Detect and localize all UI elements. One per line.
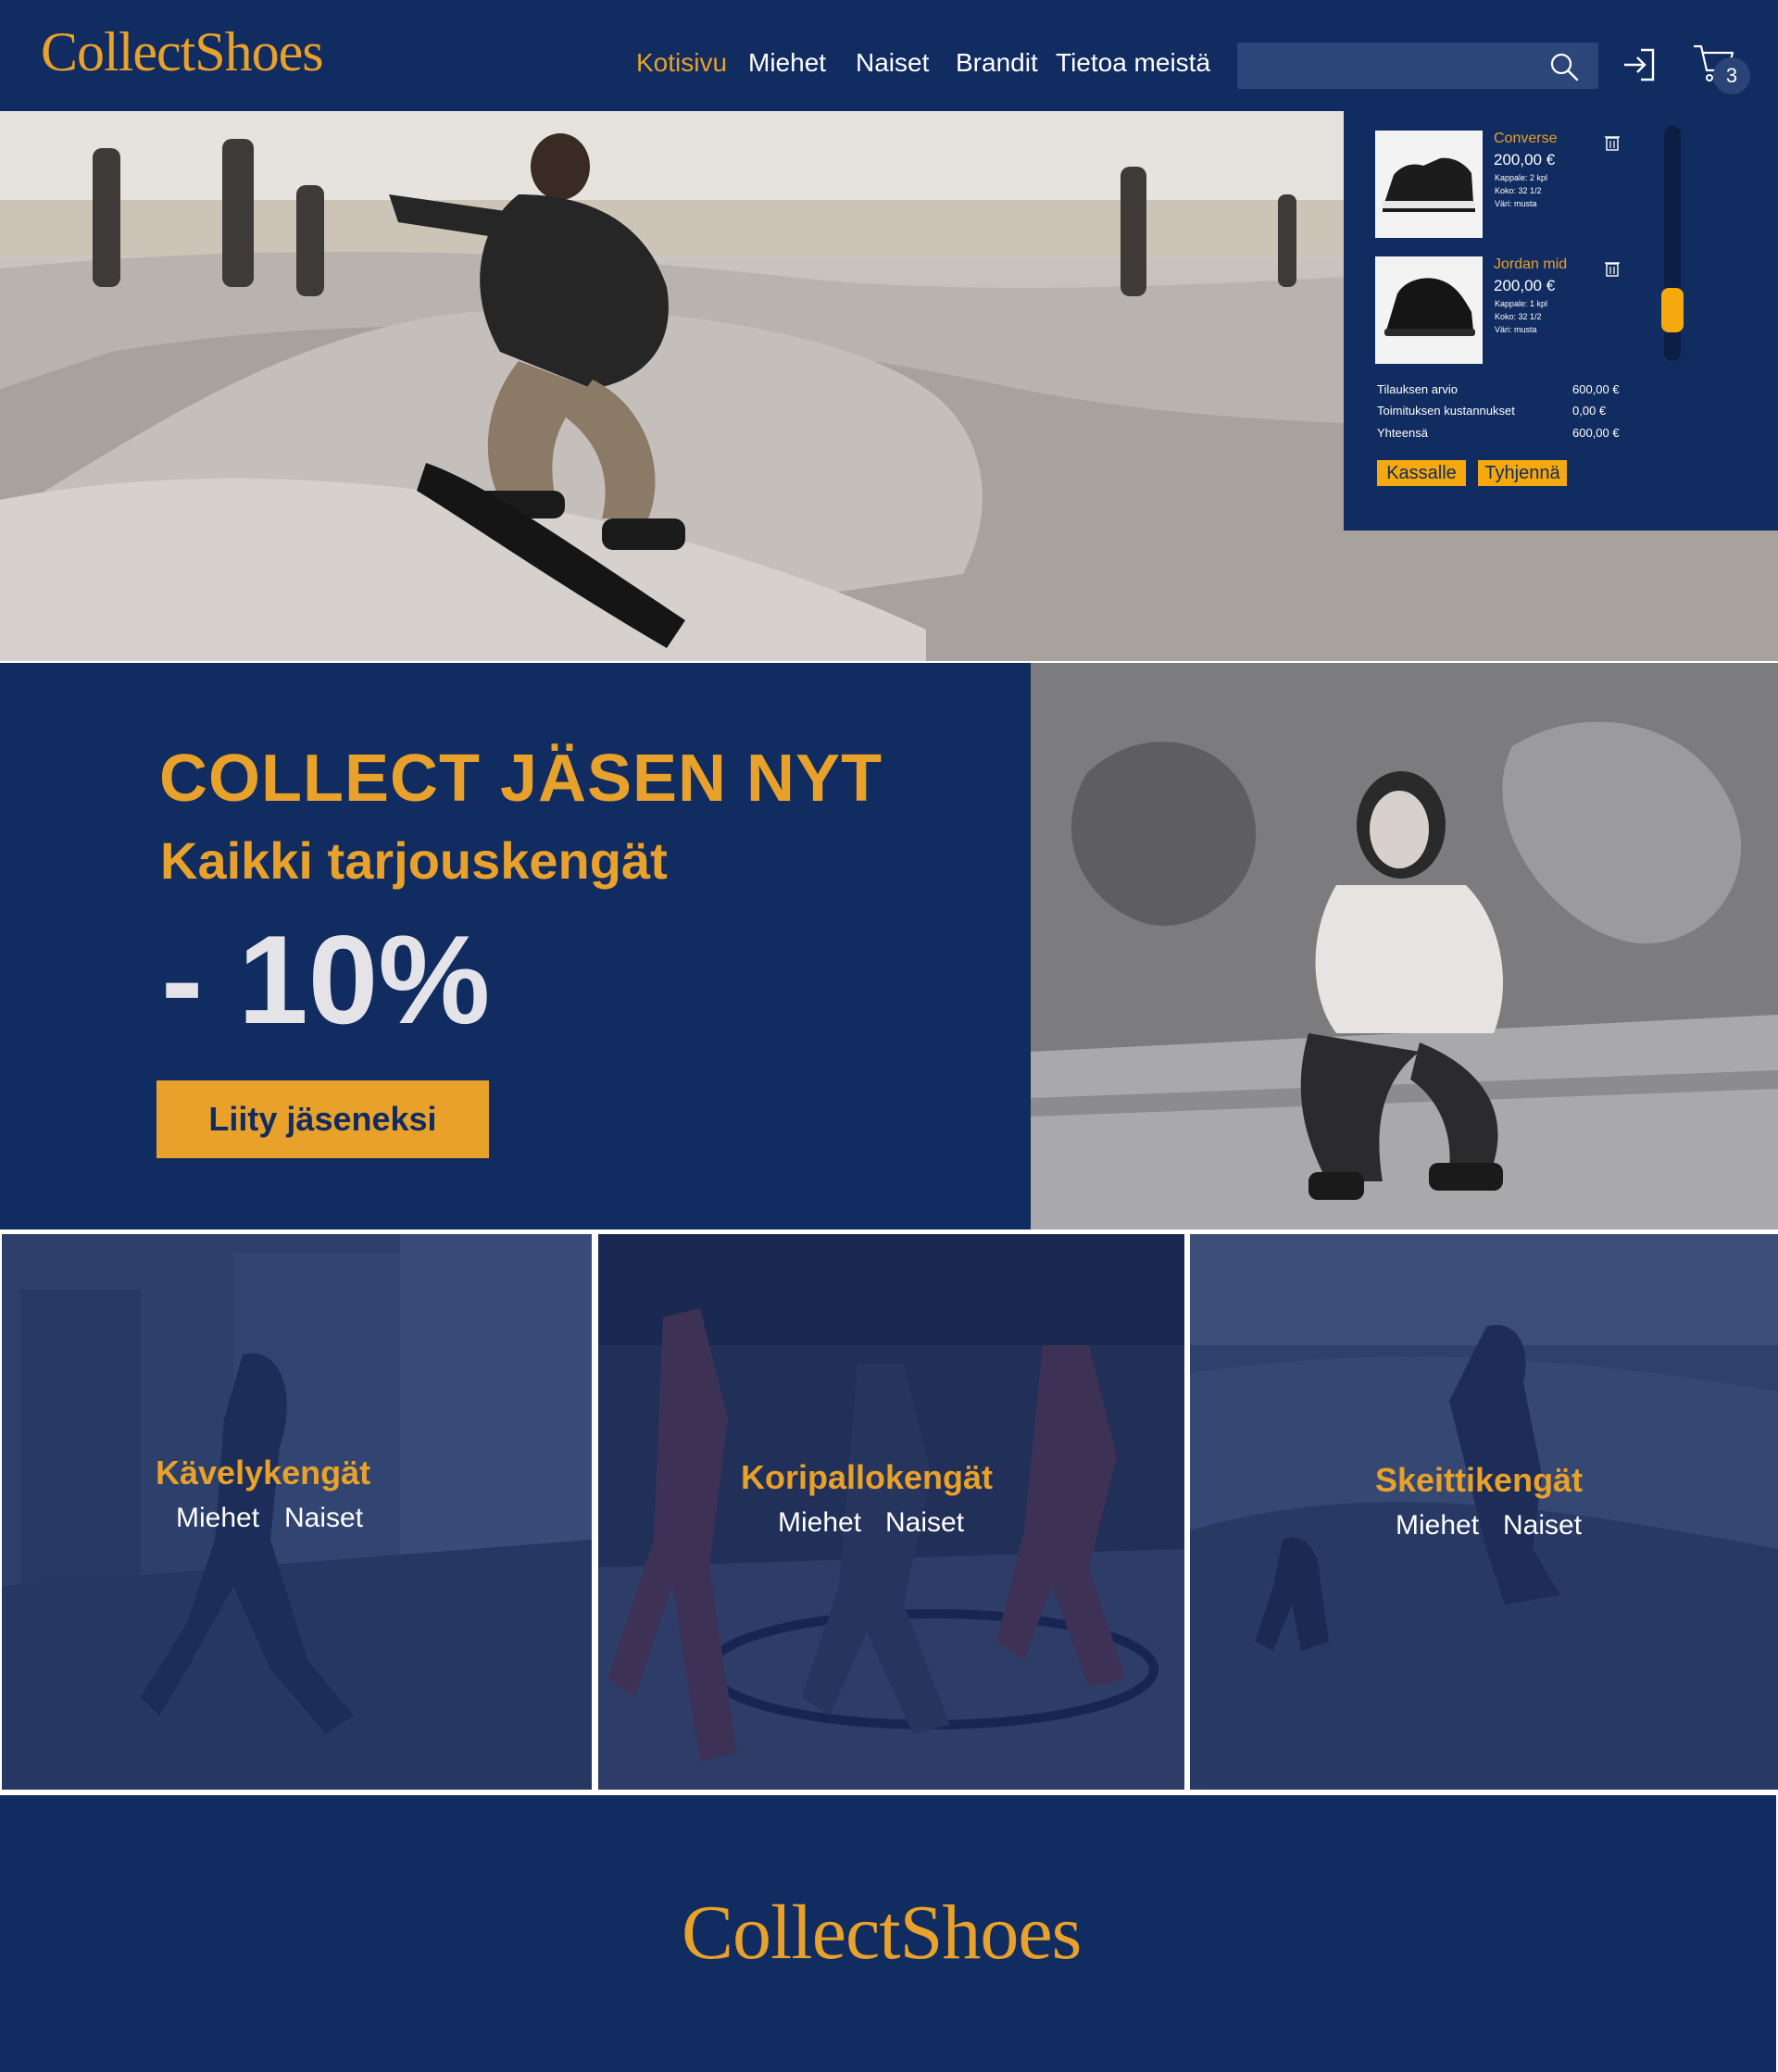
cart-item-price: 200,00 € (1494, 151, 1556, 169)
cart-count-badge[interactable]: 3 (1713, 57, 1750, 94)
cart-item-size: Koko: 32 1/2 (1495, 312, 1542, 321)
summary-value: 0,00 € (1572, 404, 1607, 418)
cart-item-color: Väri: musta (1495, 199, 1537, 208)
cart-item-name[interactable]: Jordan mid (1494, 256, 1567, 273)
cart-item-quantity: Kappale: 1 kpl (1495, 299, 1548, 308)
nav-item-home[interactable]: Kotisivu (636, 46, 727, 80)
cart-item-name[interactable]: Converse (1494, 131, 1557, 147)
summary-label: Yhteensä (1377, 426, 1428, 440)
footer-logo[interactable]: CollectShoes (682, 1894, 1082, 1972)
cart-dropdown: Converse 200,00 € Kappale: 2 kpl Koko: 3… (1344, 111, 1778, 530)
category-title-walking[interactable]: Kävelykengät (156, 1456, 370, 1490)
cart-scrollbar-thumb[interactable] (1661, 288, 1684, 332)
login-icon[interactable] (1621, 46, 1658, 83)
cart-scrollbar[interactable] (1661, 126, 1684, 361)
category-title-basketball[interactable]: Koripallokengät (741, 1461, 993, 1494)
trash-icon[interactable] (1605, 260, 1620, 277)
category-title-skate[interactable]: Skeittikengät (1375, 1464, 1583, 1497)
membership-promo: COLLECT JÄSEN NYT Kaikki tarjouskengät -… (0, 663, 1031, 1229)
summary-value: 600,00 € (1572, 426, 1620, 440)
cart-item: Converse 200,00 € Kappale: 2 kpl Koko: 3… (1375, 131, 1709, 238)
category-link-women[interactable]: Naiset (1503, 1512, 1582, 1540)
promo-discount: - 10% (161, 909, 491, 1050)
category-link-women[interactable]: Naiset (885, 1509, 964, 1537)
category-tile-basketball[interactable]: Koripallokengät Miehet Naiset (598, 1234, 1184, 1790)
product-thumbnail-jordan[interactable] (1375, 256, 1483, 364)
cart-item-size: Koko: 32 1/2 (1495, 186, 1542, 195)
checkout-button[interactable]: Kassalle (1377, 460, 1466, 486)
nav-item-about[interactable]: Tietoa meistä (1056, 46, 1210, 80)
woman-graffiti-illustration (1031, 663, 1778, 1229)
site-footer: CollectShoes (0, 1795, 1776, 2072)
brand-logo[interactable]: CollectShoes (41, 24, 324, 80)
cart-item-quantity: Kappale: 2 kpl (1495, 173, 1548, 182)
category-link-men[interactable]: Miehet (1396, 1512, 1479, 1540)
category-link-men[interactable]: Miehet (176, 1504, 259, 1532)
category-tile-walking[interactable]: Kävelykengät Miehet Naiset (2, 1234, 592, 1790)
tile-overlay (1190, 1234, 1778, 1790)
search-input[interactable] (1237, 43, 1598, 89)
summary-value: 600,00 € (1572, 382, 1620, 396)
summary-label: Toimituksen kustannukset (1377, 404, 1515, 418)
nav-item-women[interactable]: Naiset (856, 46, 929, 80)
promo-photo-woman (1031, 663, 1778, 1229)
nav-item-men[interactable]: Miehet (748, 46, 826, 80)
jordan-shoe-icon (1384, 278, 1475, 336)
summary-label: Tilauksen arvio (1377, 382, 1458, 396)
category-tile-skate[interactable]: Skeittikengät Miehet Naiset (1190, 1234, 1778, 1790)
trash-icon[interactable] (1605, 134, 1620, 151)
product-thumbnail-converse[interactable] (1375, 131, 1483, 238)
clear-cart-button[interactable]: Tyhjennä (1478, 460, 1567, 486)
promo-headline: COLLECT JÄSEN NYT (159, 742, 883, 816)
category-link-women[interactable]: Naiset (284, 1504, 363, 1532)
search-icon[interactable] (1548, 51, 1580, 82)
promo-subheadline: Kaikki tarjouskengät (160, 831, 668, 890)
cart-item-color: Väri: musta (1495, 325, 1537, 334)
cart-item-price: 200,00 € (1494, 277, 1556, 294)
cart-item: Jordan mid 200,00 € Kappale: 1 kpl Koko:… (1375, 256, 1709, 364)
summary-row-shipping: Toimituksen kustannukset 0,00 € (1377, 404, 1627, 422)
category-link-men[interactable]: Miehet (778, 1509, 861, 1537)
converse-shoe-icon (1383, 157, 1475, 212)
site-header: CollectShoes Kotisivu Miehet Naiset Bran… (0, 0, 1778, 111)
summary-row-subtotal: Tilauksen arvio 600,00 € (1377, 382, 1627, 401)
summary-row-total: Yhteensä 600,00 € (1377, 426, 1627, 444)
join-member-button[interactable]: Liity jäseneksi (157, 1080, 489, 1158)
nav-item-brands[interactable]: Brandit (956, 46, 1038, 80)
